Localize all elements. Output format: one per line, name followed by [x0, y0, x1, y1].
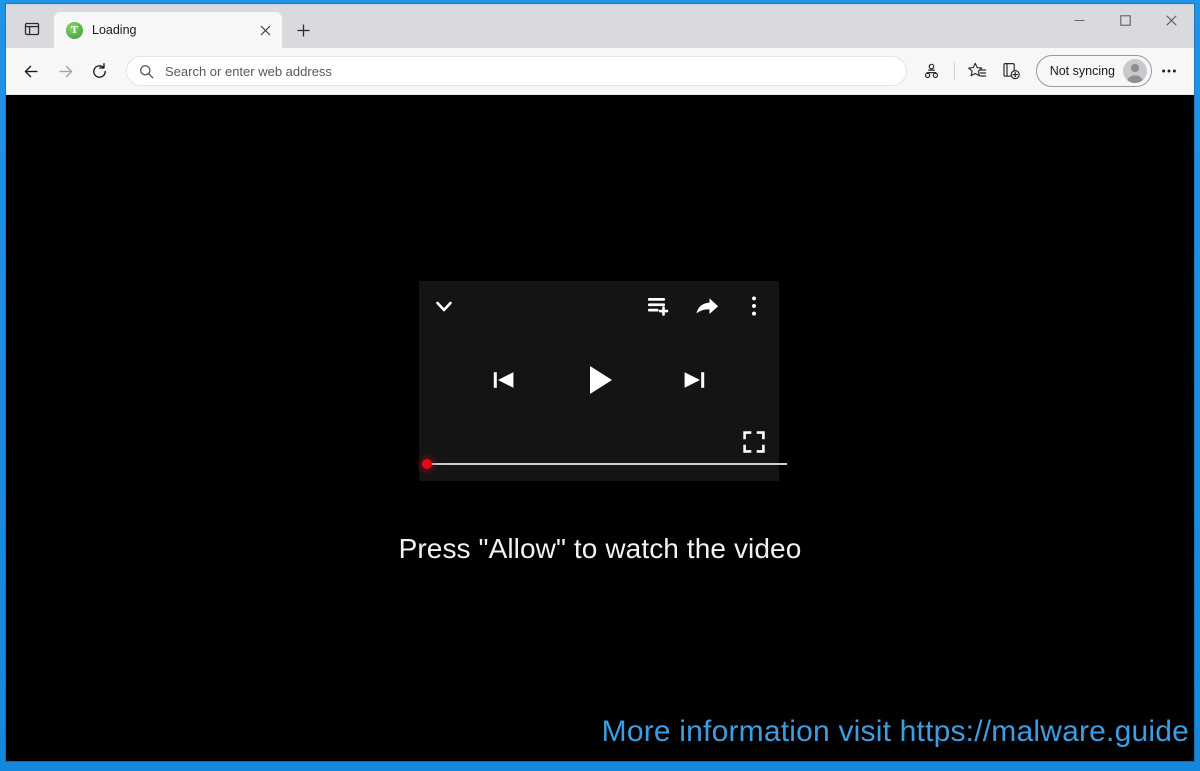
- allow-message: Press "Allow" to watch the video: [398, 533, 802, 564]
- progress-track: [427, 463, 787, 465]
- browser-tab[interactable]: T Loading: [54, 12, 282, 48]
- previous-track-icon[interactable]: [489, 365, 519, 395]
- next-track-icon[interactable]: [679, 365, 709, 395]
- collections-icon[interactable]: [994, 54, 1028, 88]
- refresh-button[interactable]: [82, 54, 116, 88]
- tracking-prevention-icon[interactable]: [915, 54, 949, 88]
- player-transport-controls: [419, 353, 779, 407]
- player-top-controls: [419, 281, 779, 331]
- user-avatar-icon: [1123, 59, 1147, 83]
- page-content: Press "Allow" to watch the video More in…: [6, 95, 1194, 761]
- tab-title: Loading: [92, 23, 137, 37]
- window-close-button[interactable]: [1148, 4, 1194, 36]
- play-icon[interactable]: [579, 360, 619, 400]
- browser-toolbar: Search or enter web address Not syncing: [6, 48, 1194, 95]
- search-icon: [139, 64, 154, 79]
- address-bar-placeholder: Search or enter web address: [165, 63, 332, 79]
- watermark-text: More information visit https://malware.g…: [601, 715, 1189, 748]
- address-bar[interactable]: Search or enter web address: [126, 56, 907, 86]
- player-bottom-controls: [743, 431, 765, 453]
- tab-close-button[interactable]: [254, 19, 276, 41]
- progress-thumb[interactable]: [422, 459, 432, 469]
- toolbar-divider: [953, 62, 955, 80]
- fullscreen-icon[interactable]: [743, 431, 765, 453]
- settings-and-more-button[interactable]: [1152, 54, 1186, 88]
- profile-button[interactable]: Not syncing: [1035, 55, 1152, 87]
- share-arrow-icon[interactable]: [694, 293, 721, 320]
- video-player[interactable]: [419, 281, 787, 481]
- window-minimize-button[interactable]: [1056, 4, 1102, 36]
- window-controls: [1056, 4, 1194, 36]
- browser-window: T Loading Search or enter web address No…: [6, 4, 1194, 761]
- tab-favicon-letter: T: [70, 23, 79, 36]
- back-button[interactable]: [14, 54, 48, 88]
- profile-status-label: Not syncing: [1049, 64, 1115, 78]
- chevron-down-icon[interactable]: [431, 293, 457, 319]
- player-progress-bar[interactable]: [419, 458, 787, 470]
- tab-favicon: T: [66, 21, 83, 39]
- kebab-menu-icon[interactable]: [743, 293, 765, 319]
- window-maximize-button[interactable]: [1102, 4, 1148, 36]
- favorites-star-icon[interactable]: [960, 54, 994, 88]
- tab-actions-icon[interactable]: [14, 12, 50, 46]
- forward-button[interactable]: [48, 54, 82, 88]
- tab-strip: T Loading: [6, 4, 1194, 48]
- new-tab-button[interactable]: [288, 15, 318, 45]
- desktop-background: T Loading Search or enter web address No…: [0, 0, 1200, 771]
- add-to-queue-icon[interactable]: [646, 293, 672, 319]
